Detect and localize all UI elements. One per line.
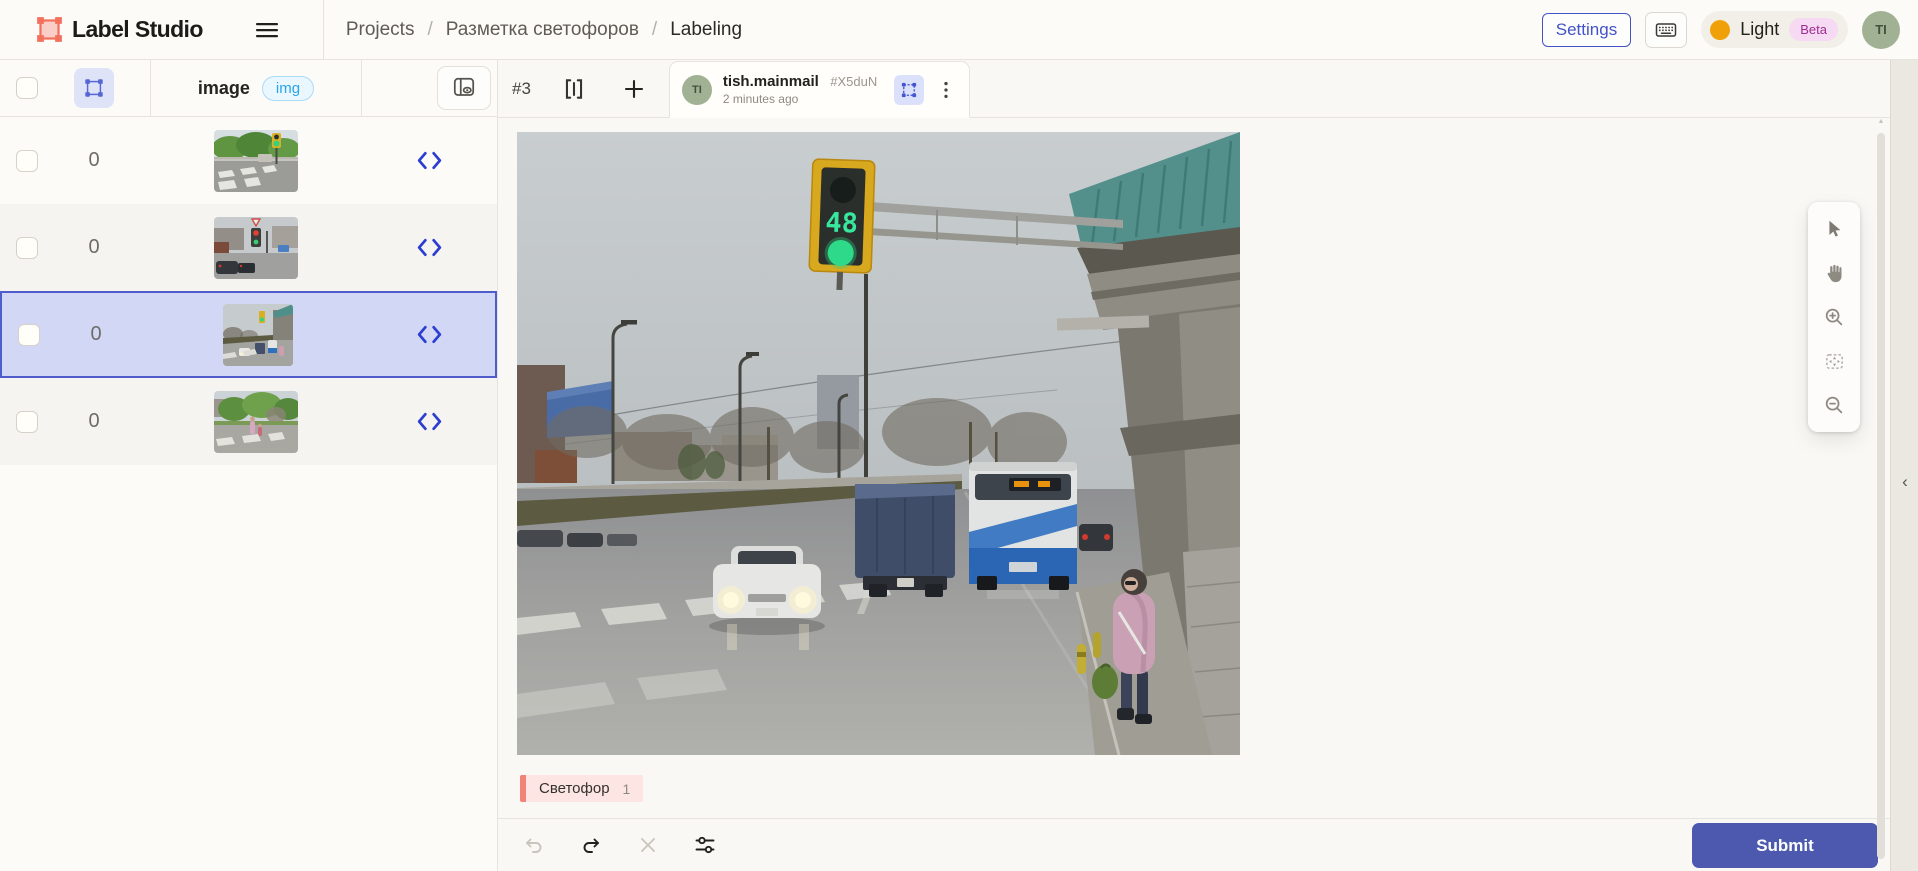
beta-badge: Beta [1789, 18, 1838, 41]
code-brackets-icon[interactable] [416, 325, 443, 344]
theme-dot-icon [1710, 20, 1730, 40]
header-divider [323, 0, 324, 59]
select-all-checkbox[interactable] [16, 77, 38, 99]
regions-toggle-button[interactable] [894, 75, 924, 105]
split-columns-icon [561, 76, 587, 102]
hand-icon [1823, 262, 1846, 285]
task-list-toolbar: image img [0, 60, 497, 117]
split-view-button[interactable] [557, 72, 591, 106]
image-canvas: 48 [498, 118, 1890, 818]
annotator-name: tish.mainmail [723, 73, 819, 90]
scrollbar-up-arrow-icon[interactable]: ▲ [1876, 115, 1886, 129]
annotation-count: 0 [40, 323, 152, 346]
row-checkbox[interactable] [16, 150, 38, 172]
keyboard-shortcuts-button[interactable] [1645, 12, 1687, 48]
collapse-chevron-icon[interactable]: ‹ [1891, 472, 1918, 492]
traffic-light-countdown: 48 [825, 207, 859, 239]
code-brackets-icon[interactable] [416, 412, 443, 431]
undo-icon[interactable] [522, 833, 546, 857]
breadcrumb-projects[interactable]: Projects [346, 19, 415, 41]
annotation-tabbar: #3 TI tish.mainmail #X5duN 2 minutes ago [498, 60, 1890, 118]
arrow-cursor-icon [1823, 218, 1845, 240]
column-name: image [198, 78, 250, 99]
annotation-id: #X5duN [830, 74, 877, 89]
app-logo[interactable]: Label Studio [36, 16, 203, 43]
breadcrumb-project-name[interactable]: Разметка светофоров [446, 19, 639, 41]
task-list-sidebar: image img 0 [0, 60, 498, 871]
plus-icon [622, 77, 646, 101]
submit-button[interactable]: Submit [1692, 823, 1878, 868]
annotation-menu-button[interactable] [935, 75, 957, 105]
settings-sliders-icon[interactable] [693, 833, 717, 857]
breadcrumb-separator: / [427, 19, 432, 41]
task-row-4[interactable]: 0 [0, 378, 497, 465]
bbox-grid-icon [83, 77, 105, 99]
breadcrumb: Projects / Разметка светофоров / Labelin… [346, 19, 742, 41]
zoom-in-tool-button[interactable] [1808, 295, 1860, 339]
labeling-workspace: #3 TI tish.mainmail #X5duN 2 minutes ago [498, 60, 1890, 871]
zoom-in-icon [1823, 306, 1845, 328]
kebab-menu-icon [937, 79, 955, 101]
scrollbar-thumb[interactable] [1877, 133, 1885, 859]
column-type-badge: img [262, 76, 314, 101]
task-thumbnail[interactable] [214, 217, 298, 279]
annotation-footer: Submit [498, 818, 1890, 871]
annotation-time: 2 minutes ago [723, 92, 877, 107]
task-thumbnail[interactable] [214, 130, 298, 192]
bbox-region-icon [900, 81, 918, 99]
row-checkbox[interactable] [18, 324, 40, 346]
annotation-count: 0 [38, 149, 150, 172]
annotation-count: 0 [38, 410, 150, 433]
task-row-2[interactable]: 0 [0, 204, 497, 291]
region-label-count: 1 [623, 781, 631, 797]
code-brackets-icon[interactable] [416, 238, 443, 257]
breadcrumb-current-page: Labeling [670, 19, 742, 41]
column-header-image[interactable]: image img [150, 60, 362, 116]
add-annotation-button[interactable] [617, 72, 651, 106]
annotation-tab[interactable]: TI tish.mainmail #X5duN 2 minutes ago [669, 61, 970, 118]
task-thumbnail[interactable] [214, 391, 298, 453]
task-image[interactable]: 48 [517, 132, 1240, 755]
bbox-grid-view-button[interactable] [74, 68, 114, 108]
hamburger-menu-icon[interactable] [249, 12, 285, 48]
breadcrumb-separator: / [652, 19, 657, 41]
pan-tool-button[interactable] [1808, 251, 1860, 295]
region-label-name: Светофор [539, 780, 610, 797]
view-settings-button[interactable] [437, 66, 491, 110]
zoom-out-tool-button[interactable] [1808, 383, 1860, 427]
keyboard-icon [1654, 18, 1678, 42]
right-panel-strip: ‹ [1890, 60, 1918, 871]
user-avatar[interactable]: TI [1862, 11, 1900, 49]
theme-label: Light [1740, 19, 1779, 40]
code-brackets-icon[interactable] [416, 151, 443, 170]
task-thumbnail[interactable] [223, 304, 293, 366]
zoom-out-icon [1823, 394, 1845, 416]
task-id: #3 [512, 79, 531, 99]
fit-screen-icon [1823, 350, 1846, 373]
annotation-count: 0 [38, 236, 150, 259]
canvas-scrollbar[interactable]: ▲ [1876, 115, 1886, 867]
task-row-3-selected[interactable]: 0 [0, 291, 497, 378]
row-checkbox[interactable] [16, 237, 38, 259]
annotator-avatar: TI [682, 75, 712, 105]
theme-toggle[interactable]: Light Beta [1701, 11, 1848, 48]
redo-icon[interactable] [579, 833, 603, 857]
reset-x-icon[interactable] [636, 833, 660, 857]
task-row-1[interactable]: 0 [0, 117, 497, 204]
fit-screen-tool-button[interactable] [1808, 339, 1860, 383]
settings-button[interactable]: Settings [1542, 13, 1631, 47]
label-studio-logo-icon [36, 16, 63, 43]
canvas-tool-palette [1808, 202, 1860, 432]
panel-eye-icon [451, 75, 477, 101]
region-label-svetofor[interactable]: Светофор 1 [520, 775, 643, 802]
app-header: Label Studio Projects / Разметка светофо… [0, 0, 1918, 60]
app-name: Label Studio [72, 16, 203, 43]
row-checkbox[interactable] [16, 411, 38, 433]
move-tool-button[interactable] [1808, 207, 1860, 251]
